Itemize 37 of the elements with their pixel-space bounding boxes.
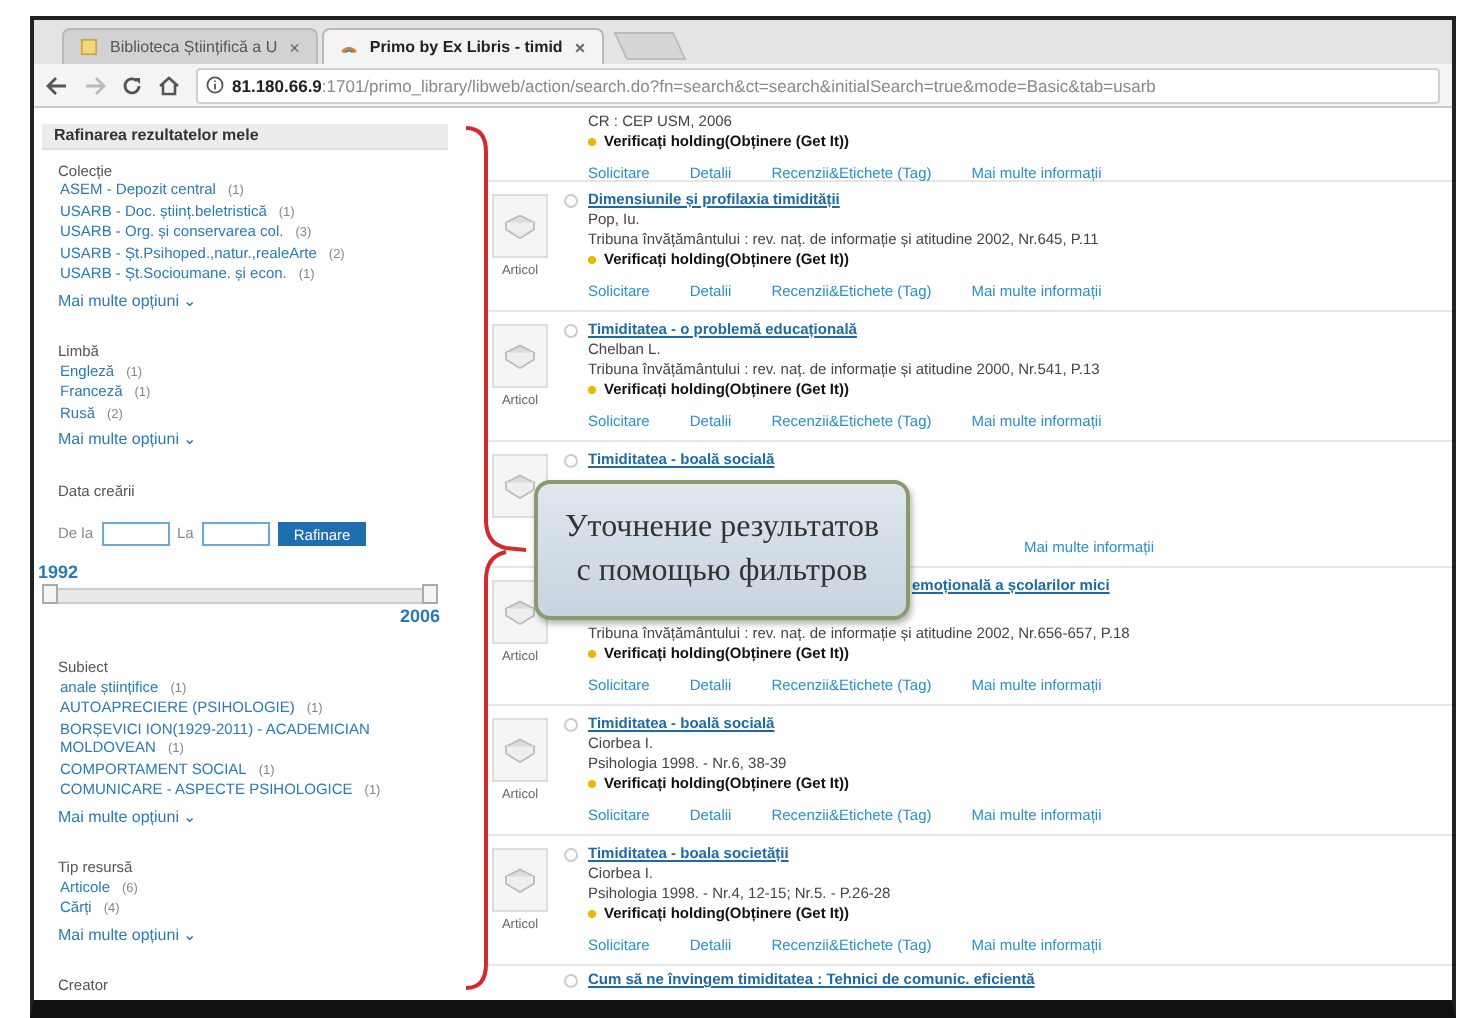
circle-icon [564, 194, 578, 208]
to-year-field[interactable] [201, 522, 270, 546]
browser-tab[interactable]: Primo by Ex Libris - timid × [321, 28, 604, 64]
status-dot [588, 910, 596, 918]
page-icon [80, 38, 98, 56]
circle-icon [564, 974, 578, 988]
address-bar[interactable]: 81.180.66.9:1701/primo_library/libweb/action/search.do?fn=search&ct=search&initialSearch=true&mode=Basic&tab=usarb [196, 67, 1440, 103]
range-min-label: 1992 [38, 564, 79, 583]
circle-icon [564, 718, 578, 732]
more-options-link[interactable]: Mai multe opțiuni ⌄ [58, 807, 198, 826]
callout-note: Уточнение результатов с помощью фильтров [534, 480, 910, 620]
circle-icon [564, 324, 578, 338]
forward-arrow-icon[interactable] [84, 75, 106, 95]
new-tab-button[interactable] [612, 32, 686, 60]
status-dot [588, 650, 596, 658]
browser-tab[interactable]: Biblioteca Științifică a U × [62, 28, 318, 64]
more-options-link[interactable]: Mai multe opțiuni ⌄ [58, 925, 198, 944]
circle-icon [564, 454, 578, 468]
panel-heading: Rafinarea rezultatelor mele [42, 124, 448, 149]
slider-handle[interactable] [42, 583, 58, 603]
close-tab-icon[interactable]: × [289, 37, 300, 57]
close-tab-icon[interactable]: × [574, 37, 586, 57]
info-icon[interactable] [206, 76, 224, 94]
range-max-label: 2006 [399, 607, 440, 626]
status-dot [588, 780, 596, 788]
home-icon[interactable] [158, 75, 180, 95]
status-dot [588, 386, 596, 394]
circle-icon [564, 848, 578, 862]
status-dot [588, 256, 596, 264]
url-text: 81.180.66.9:1701/primo_library/libweb/action/search.do?fn=search&ct=search&initialSearch=true&mode=Basic&tab=usarb [232, 75, 1156, 95]
more-options-link[interactable]: Mai multe opțiuni ⌄ [58, 291, 198, 310]
status-dot [588, 138, 596, 146]
reload-icon[interactable] [122, 75, 142, 95]
more-options-link[interactable]: Mai multe opțiuni ⌄ [58, 430, 198, 449]
from-year-field[interactable] [101, 522, 170, 546]
back-arrow-icon[interactable] [46, 75, 68, 95]
slider-handle[interactable] [422, 583, 438, 603]
